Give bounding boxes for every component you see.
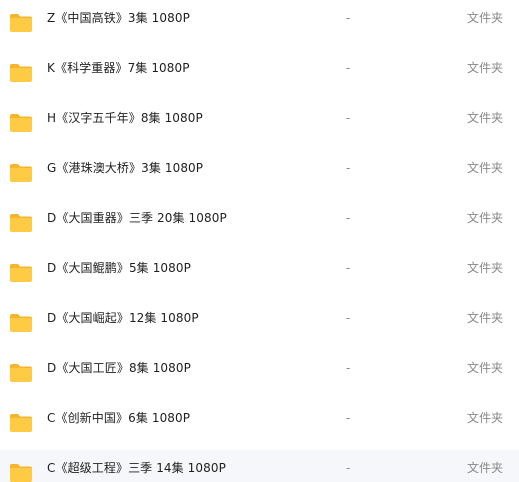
file-name[interactable]: C《超级工程》三季 14集 1080P: [47, 450, 226, 482]
file-row[interactable]: D《大国崛起》12集 1080P - 文件夹: [0, 300, 519, 350]
file-name[interactable]: D《大国崛起》12集 1080P: [47, 300, 199, 336]
file-size: -: [346, 411, 351, 425]
file-size: -: [346, 311, 351, 325]
file-type: 文件夹: [467, 161, 504, 175]
folder-icon: [10, 314, 32, 332]
file-size: -: [346, 211, 351, 225]
file-size: -: [346, 261, 351, 275]
file-size: -: [346, 461, 351, 475]
folder-icon: [10, 14, 32, 32]
file-name[interactable]: C《创新中国》6集 1080P: [47, 400, 190, 436]
folder-icon: [10, 64, 32, 82]
folder-icon: [10, 364, 32, 382]
file-type: 文件夹: [467, 111, 504, 125]
folder-icon: [10, 114, 32, 132]
file-name[interactable]: H《汉字五千年》8集 1080P: [47, 100, 203, 136]
file-type: 文件夹: [467, 261, 504, 275]
file-row[interactable]: C《超级工程》三季 14集 1080P - 文件夹: [0, 450, 519, 482]
file-row[interactable]: C《创新中国》6集 1080P - 文件夹: [0, 400, 519, 450]
file-type: 文件夹: [467, 61, 504, 75]
file-name[interactable]: G《港珠澳大桥》3集 1080P: [47, 150, 203, 186]
file-size: -: [346, 361, 351, 375]
file-row[interactable]: D《大国鲲鹏》5集 1080P - 文件夹: [0, 250, 519, 300]
file-type: 文件夹: [467, 311, 504, 325]
file-name[interactable]: D《大国鲲鹏》5集 1080P: [47, 250, 191, 286]
file-size: -: [346, 11, 351, 25]
file-name[interactable]: K《科学重器》7集 1080P: [47, 50, 190, 86]
file-name[interactable]: D《大国工匠》8集 1080P: [47, 350, 191, 386]
file-row[interactable]: K《科学重器》7集 1080P - 文件夹: [0, 50, 519, 100]
folder-icon: [10, 464, 32, 482]
folder-icon: [10, 264, 32, 282]
file-size: -: [346, 161, 351, 175]
file-row[interactable]: D《大国工匠》8集 1080P - 文件夹: [0, 350, 519, 400]
file-type: 文件夹: [467, 411, 504, 425]
file-name[interactable]: Z《中国高铁》3集 1080P: [47, 0, 190, 36]
file-list: Z《中国高铁》3集 1080P - 文件夹 K《科学重器》7集 1080P - …: [0, 0, 519, 482]
file-row[interactable]: D《大国重器》三季 20集 1080P - 文件夹: [0, 200, 519, 250]
folder-icon: [10, 214, 32, 232]
folder-icon: [10, 414, 32, 432]
file-name[interactable]: D《大国重器》三季 20集 1080P: [47, 200, 227, 236]
file-type: 文件夹: [467, 11, 504, 25]
file-type: 文件夹: [467, 211, 504, 225]
file-row[interactable]: H《汉字五千年》8集 1080P - 文件夹: [0, 100, 519, 150]
file-type: 文件夹: [467, 361, 504, 375]
file-row[interactable]: G《港珠澳大桥》3集 1080P - 文件夹: [0, 150, 519, 200]
file-size: -: [346, 61, 351, 75]
file-row[interactable]: Z《中国高铁》3集 1080P - 文件夹: [0, 0, 519, 50]
file-type: 文件夹: [467, 461, 504, 475]
folder-icon: [10, 164, 32, 182]
file-size: -: [346, 111, 351, 125]
